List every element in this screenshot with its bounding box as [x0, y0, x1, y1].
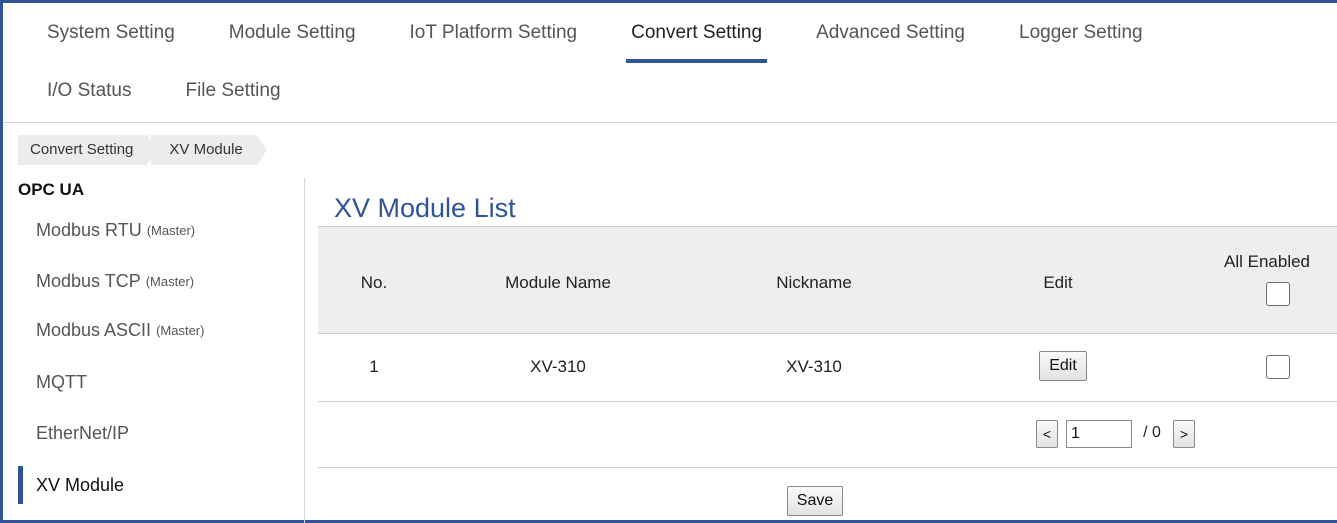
next-page-button[interactable]: > — [1173, 420, 1195, 448]
main-tabs: System Setting Module Setting IoT Platfo… — [3, 3, 1170, 63]
main-tabs-row2: I/O Status File Setting — [3, 63, 308, 119]
table-row: 1 XV-310 XV-310 Edit — [318, 334, 1337, 402]
sidebar: OPC UA Modbus RTU (Master) Modbus TCP (Mas… — [3, 178, 305, 523]
tab-advanced-setting[interactable]: Advanced Setting — [789, 3, 992, 63]
header-all-enabled: All Enabled — [1224, 252, 1311, 271]
sidebar-heading: OPC UA — [18, 180, 85, 199]
sidebar-item-label: MQTT — [36, 371, 87, 392]
header-module-name: Module Name — [505, 273, 611, 292]
tab-logger-setting[interactable]: Logger Setting — [992, 3, 1170, 63]
table-header: No. Module Name Nickname Edit All Enable… — [318, 226, 1337, 334]
sidebar-item-suffix: (Master) — [145, 273, 195, 289]
tab-io-status[interactable]: I/O Status — [3, 63, 158, 119]
tab-iot-platform-setting[interactable]: IoT Platform Setting — [383, 3, 605, 63]
tab-convert-setting[interactable]: Convert Setting — [604, 3, 789, 63]
header-edit: Edit — [1043, 273, 1073, 292]
sidebar-item-label: Modbus ASCII — [36, 319, 152, 340]
sidebar-item-xv-module[interactable]: XV Module — [18, 466, 298, 504]
edit-button[interactable]: Edit — [1039, 351, 1087, 381]
row-enabled-checkbox[interactable] — [1266, 355, 1290, 379]
sidebar-item-modbus-ascii[interactable]: Modbus ASCII (Master) — [18, 311, 298, 349]
tab-system-setting[interactable]: System Setting — [3, 3, 202, 63]
cell-module-name: XV-310 — [530, 357, 586, 376]
header-nickname: Nickname — [776, 273, 852, 292]
sidebar-item-modbus-tcp[interactable]: Modbus TCP (Master) — [18, 262, 298, 300]
sidebar-item-ethernet-ip[interactable]: EtherNet/IP — [18, 414, 298, 452]
page-total: / 0 — [1143, 424, 1161, 441]
tab-divider — [3, 122, 1337, 123]
page-number-input[interactable] — [1066, 420, 1132, 448]
sidebar-item-modbus-rtu[interactable]: Modbus RTU (Master) — [18, 211, 298, 249]
page-title: XV Module List — [334, 193, 516, 223]
sidebar-item-label: Modbus RTU — [36, 219, 142, 240]
cell-no: 1 — [369, 357, 379, 376]
sidebar-item-label: Modbus TCP — [36, 270, 141, 291]
breadcrumb-convert-setting[interactable]: Convert Setting — [18, 135, 158, 165]
breadcrumb: Convert Setting XV Module — [18, 135, 268, 165]
all-enabled-checkbox[interactable] — [1266, 282, 1290, 306]
sidebar-item-suffix: (Master) — [146, 222, 196, 238]
breadcrumb-xv-module[interactable]: XV Module — [151, 135, 268, 165]
cell-nickname: XV-310 — [786, 357, 842, 376]
tab-module-setting[interactable]: Module Setting — [202, 3, 383, 63]
header-no: No. — [360, 273, 388, 292]
tab-file-setting[interactable]: File Setting — [158, 63, 307, 119]
save-button[interactable]: Save — [787, 486, 843, 516]
sidebar-item-mqtt[interactable]: MQTT — [18, 363, 298, 401]
sidebar-item-suffix: (Master) — [156, 322, 205, 338]
sidebar-item-label: XV Module — [36, 474, 125, 495]
sidebar-item-label: EtherNet/IP — [36, 422, 130, 443]
module-table: No. Module Name Nickname Edit All Enable… — [318, 226, 1337, 523]
pagination: < / 0 > — [318, 402, 1337, 468]
prev-page-button[interactable]: < — [1036, 420, 1058, 448]
